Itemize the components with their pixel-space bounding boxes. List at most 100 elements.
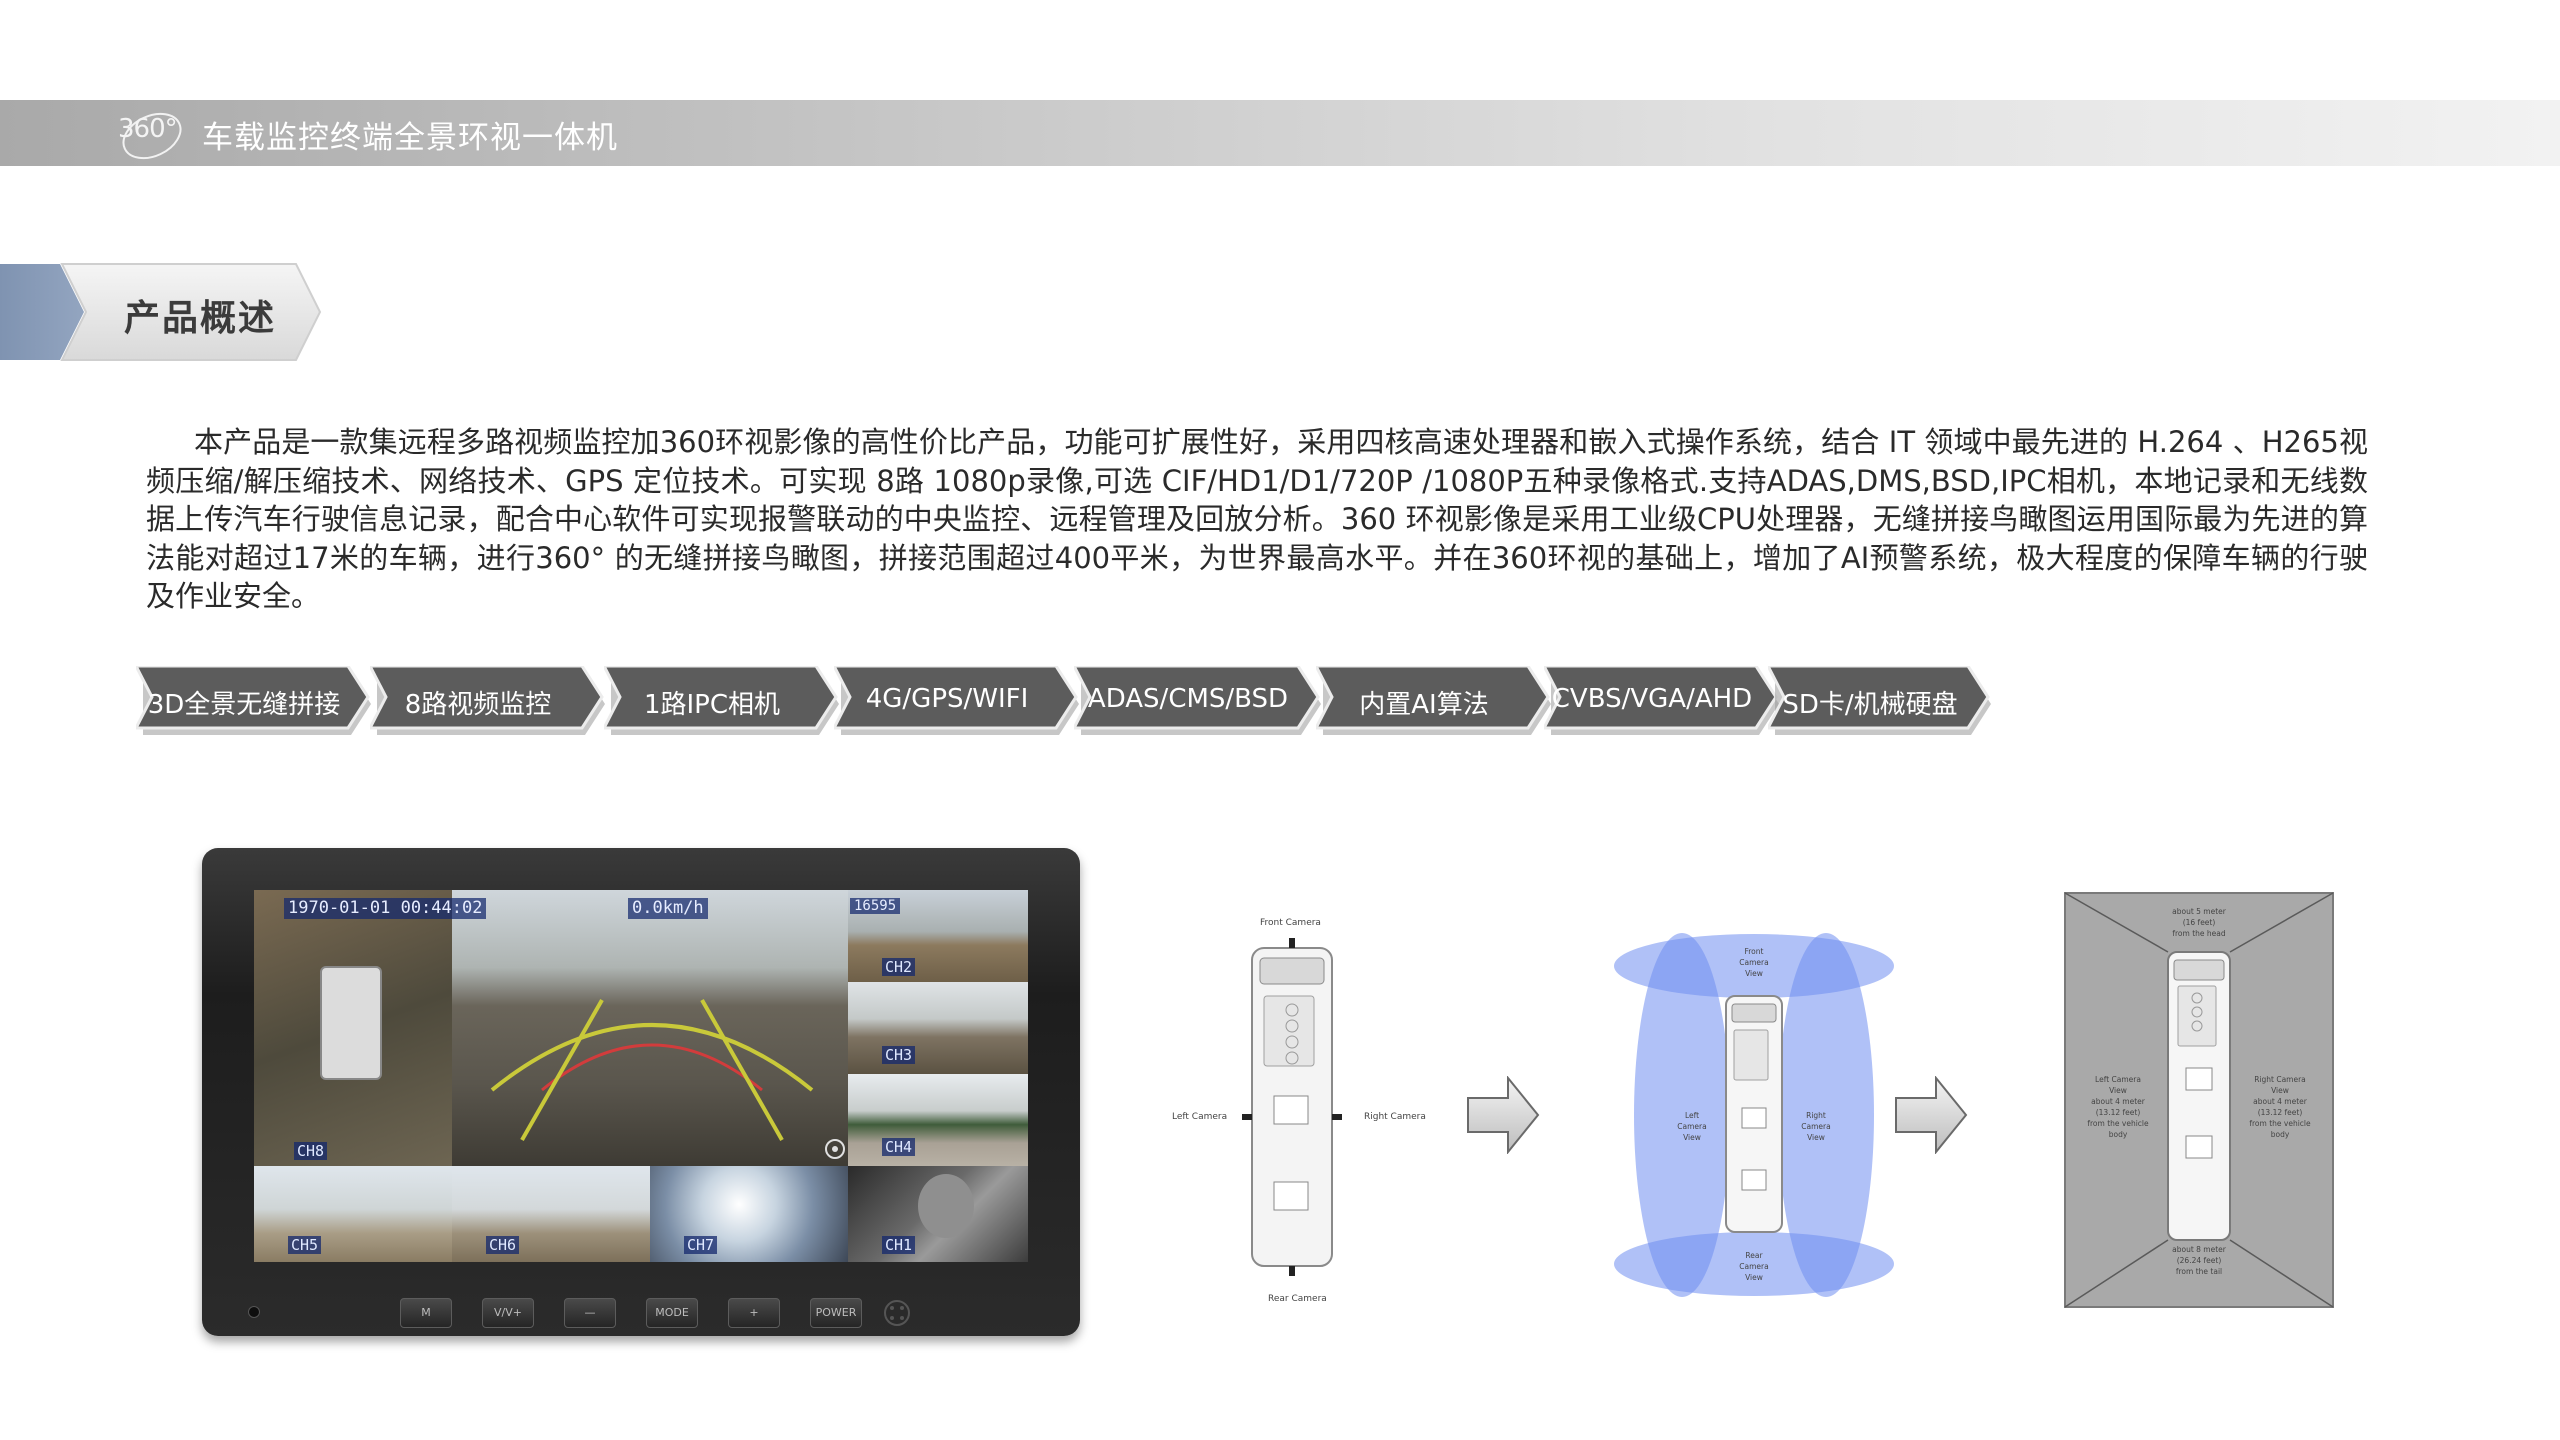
right-distance-line: from the vehicle — [2249, 1119, 2311, 1128]
rear-view-line: Camera — [1739, 1262, 1769, 1271]
rear-view-label: Rear Camera View — [1734, 1250, 1774, 1283]
feature-tag-label: CVBS/VGA/AHD — [1551, 684, 1753, 714]
left-view-line: Left — [1684, 1111, 1700, 1120]
left-distance-label: Left Camera View about 4 meter (13.12 fe… — [2078, 1074, 2158, 1140]
monitor-screen: CH8 0.0km/h 1970-01-01 00:44:02 16595 CH… — [254, 890, 1028, 1262]
hw-button-minus[interactable]: — — [564, 1298, 616, 1328]
left-view-label: Left Camera View — [1672, 1110, 1712, 1143]
sensor-dot — [248, 1306, 260, 1318]
settings-gear-icon — [825, 1139, 845, 1159]
page-title: 车载监控终端全景环视一体机 — [202, 120, 618, 156]
head-distance-line: about 5 meter — [2172, 907, 2226, 916]
feature-tag-8ch-video: 8路视频监控 — [370, 666, 608, 736]
feature-tag-label: SD卡/机械硬盘 — [1782, 690, 1958, 720]
left-distance-line: from the vehicle — [2087, 1119, 2149, 1128]
feature-tag-sd-card: SD卡/机械硬盘 — [1768, 666, 1994, 736]
feature-tag-label: ADAS/CMS/BSD — [1087, 684, 1289, 714]
arrow-right-icon — [1467, 1076, 1540, 1154]
right-distance-line: View — [2271, 1086, 2289, 1095]
speed-readout: 0.0km/h — [628, 898, 708, 919]
front-view-label: Front Camera View — [1734, 946, 1774, 979]
head-distance-line: from the head — [2172, 929, 2226, 938]
top-banner: 360° 车载监控终端全景环视一体机 — [0, 100, 2560, 166]
front-view-line: Camera — [1739, 958, 1769, 967]
birdseye-view: CH8 — [254, 890, 452, 1166]
main-camera-view: 0.0km/h — [452, 890, 848, 1166]
section-heading: 产品概述 — [0, 262, 330, 362]
front-view-line: Front — [1744, 947, 1764, 956]
channel-label-ch2: CH2 — [882, 958, 916, 976]
right-distance-line: body — [2270, 1130, 2290, 1139]
feature-tag-cvbs: CVBS/VGA/AHD — [1544, 666, 1782, 736]
rear-view-line: View — [1745, 1273, 1763, 1282]
hw-button-plus[interactable]: + — [728, 1298, 780, 1328]
left-distance-line: about 4 meter — [2091, 1097, 2145, 1106]
hw-button-mode[interactable]: MODE — [646, 1298, 698, 1328]
channel-label-ch4: CH4 — [882, 1138, 916, 1156]
small-osd: 16595 — [850, 898, 901, 914]
channel-label-ch6: CH6 — [486, 1236, 520, 1254]
feature-tag-label: 8路视频监控 — [404, 690, 552, 720]
hw-button-power[interactable]: POWER — [810, 1298, 862, 1328]
camera-view-ch4: CH4 — [848, 1074, 1028, 1166]
camera-view-ch7: CH7 — [650, 1166, 848, 1262]
camera-view-ch2: 16595 CH2 — [848, 890, 1028, 982]
left-distance-line: Left Camera — [2095, 1075, 2141, 1084]
feature-tag-4g-gps-wifi: 4G/GPS/WIFI — [834, 666, 1082, 736]
driver-face — [918, 1174, 974, 1238]
left-distance-line: View — [2109, 1086, 2127, 1095]
feature-tag-label: 1路IPC相机 — [643, 690, 781, 720]
tail-distance-label: about 8 meter (26.24 feet) from the tail — [2149, 1244, 2249, 1277]
front-camera-label: Front Camera — [1260, 918, 1321, 928]
right-view-label: Right Camera View — [1796, 1110, 1836, 1143]
timestamp-readout: 1970-01-01 00:44:02 — [284, 898, 487, 919]
feature-tag-label: 3D全景无缝拼接 — [147, 690, 341, 720]
camera-view-ch1: CH1 — [848, 1166, 1028, 1262]
section-title: 产品概述 — [124, 298, 277, 339]
logo-360: 360° — [112, 104, 192, 164]
feature-tag-3d-stitching: 3D全景无缝拼接 — [136, 666, 374, 736]
camera-coverage-diagram: Front Camera View Left Camera View Right… — [1612, 932, 1896, 1298]
left-view-line: Camera — [1677, 1122, 1707, 1131]
right-distance-line: (13.12 feet) — [2257, 1108, 2303, 1117]
camera-view-ch5: CH5 — [254, 1166, 452, 1262]
channel-label-ch8: CH8 — [294, 1142, 328, 1160]
camera-view-ch3: CH3 — [848, 982, 1028, 1074]
right-view-line: View — [1807, 1133, 1825, 1142]
feature-tag-label: 内置AI算法 — [1359, 690, 1489, 720]
speaker-icon — [884, 1300, 910, 1326]
channel-label-ch3: CH3 — [882, 1046, 916, 1064]
feature-tag-ai-algorithm: 内置AI算法 — [1316, 666, 1554, 736]
right-camera-label: Right Camera — [1364, 1112, 1426, 1122]
feature-tag-adas: ADAS/CMS/BSD — [1074, 666, 1324, 736]
vehicle-topview — [320, 966, 382, 1080]
camera-layout-diagram: Front Camera Left Camera Right Camera Re… — [1160, 906, 1426, 1316]
product-description: 本产品是一款集远程多路视频监控加360环视影像的高性价比产品，功能可扩展性好，采… — [146, 425, 2368, 613]
tail-distance-line: from the tail — [2175, 1267, 2223, 1276]
tail-distance-line: (26.24 feet) — [2176, 1256, 2222, 1265]
right-view-line: Camera — [1801, 1122, 1831, 1131]
tail-distance-line: about 8 meter — [2172, 1245, 2226, 1254]
hw-button-m[interactable]: M — [400, 1298, 452, 1328]
head-distance-label: about 5 meter (16 feet) from the head — [2149, 906, 2249, 939]
left-camera-label: Left Camera — [1172, 1112, 1228, 1122]
rear-camera-label: Rear Camera — [1268, 1294, 1327, 1304]
head-distance-line: (16 feet) — [2182, 918, 2216, 927]
camera-view-ch6: CH6 — [452, 1166, 650, 1262]
monitor-product-image: CH8 0.0km/h 1970-01-01 00:44:02 16595 CH… — [202, 848, 1080, 1336]
rear-view-line: Rear — [1745, 1251, 1763, 1260]
feature-tag-ipc-camera: 1路IPC相机 — [604, 666, 842, 736]
stitched-birdseye-diagram: about 5 meter (16 feet) from the head Le… — [2064, 892, 2334, 1308]
feature-tag-label: 4G/GPS/WIFI — [865, 684, 1029, 714]
left-distance-line: body — [2108, 1130, 2128, 1139]
front-view-line: View — [1745, 969, 1763, 978]
left-distance-line: (13.12 feet) — [2095, 1108, 2141, 1117]
channel-label-ch7: CH7 — [684, 1236, 718, 1254]
channel-label-ch5: CH5 — [288, 1236, 322, 1254]
logo-text: 360° — [118, 114, 178, 144]
hw-button-volume[interactable]: V/V+ — [482, 1298, 534, 1328]
right-view-line: Right — [1806, 1111, 1826, 1120]
right-distance-line: about 4 meter — [2253, 1097, 2307, 1106]
left-view-line: View — [1683, 1133, 1701, 1142]
right-distance-line: Right Camera — [2254, 1075, 2306, 1084]
